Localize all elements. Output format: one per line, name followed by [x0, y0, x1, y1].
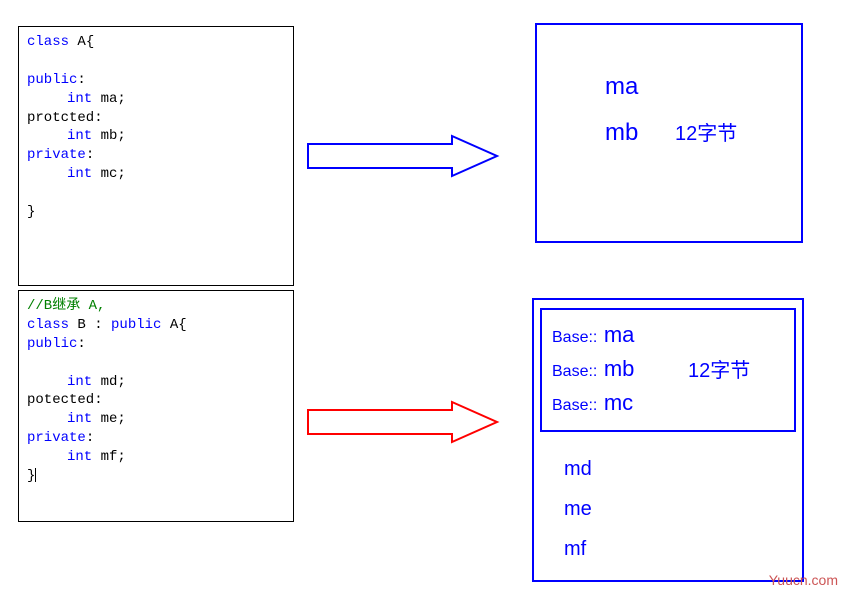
- code-text: mc;: [92, 166, 126, 182]
- base-row-ma: Base:: ma: [552, 322, 634, 348]
- kw-int: int: [67, 449, 92, 465]
- code-line: private:: [27, 429, 285, 448]
- code-line: protcted:: [27, 109, 285, 128]
- member-mc: mc: [604, 390, 633, 415]
- kw-class: class: [27, 317, 69, 333]
- kw-public: public: [27, 336, 77, 352]
- comment-line: //B继承 A,: [27, 297, 285, 316]
- code-text: md;: [92, 374, 126, 390]
- kw-private: private: [27, 430, 86, 446]
- code-line: class A{: [27, 33, 285, 52]
- code-line: private:: [27, 146, 285, 165]
- code-line: int md;: [27, 373, 285, 392]
- code-text: A{: [161, 317, 186, 333]
- base-label: Base::: [552, 363, 597, 380]
- blank-line: [27, 354, 285, 373]
- code-text: B :: [69, 317, 111, 333]
- kw-int: int: [67, 166, 92, 182]
- blank-line: [27, 52, 285, 71]
- code-text: ma;: [92, 91, 126, 107]
- member-mb: mb: [605, 119, 638, 147]
- base-row-mb: Base:: mb: [552, 356, 634, 382]
- code-line: public:: [27, 71, 285, 90]
- code-line: potected:: [27, 391, 285, 410]
- code-box-a: class A{ public: int ma; protcted: int m…: [18, 26, 294, 286]
- code-line: int mc;: [27, 165, 285, 184]
- kw-int: int: [67, 91, 92, 107]
- member-ma: ma: [604, 322, 635, 347]
- member-mb: mb: [604, 356, 635, 381]
- kw-int: int: [67, 374, 92, 390]
- base-row-mc: Base:: mc: [552, 390, 633, 416]
- base-label: Base::: [552, 329, 597, 346]
- kw-public: public: [27, 72, 77, 88]
- member-md: md: [564, 458, 592, 481]
- code-text: mf;: [92, 449, 126, 465]
- size-label-b: 12字节: [688, 354, 750, 383]
- member-me: me: [564, 498, 592, 521]
- kw-class: class: [27, 34, 69, 50]
- arrow-icon-blue: [302, 132, 502, 180]
- member-mf: mf: [564, 538, 586, 561]
- watermark: Yuucn.com: [769, 572, 838, 588]
- code-line: int mb;: [27, 127, 285, 146]
- memory-box-b: Base:: ma Base:: mb Base:: mc 12字节 md me…: [532, 298, 804, 582]
- code-line: }: [27, 203, 285, 222]
- kw-int: int: [67, 411, 92, 427]
- member-ma: ma: [605, 73, 638, 101]
- base-subbox: Base:: ma Base:: mb Base:: mc 12字节: [540, 308, 796, 432]
- code-line: int mf;: [27, 448, 285, 467]
- code-line: int me;: [27, 410, 285, 429]
- kw-public: public: [111, 317, 161, 333]
- memory-box-a: ma mb 12字节: [535, 23, 803, 243]
- kw-int: int: [67, 128, 92, 144]
- caret-icon: [35, 468, 36, 482]
- code-line: }: [27, 467, 285, 486]
- code-line: public:: [27, 335, 285, 354]
- code-line: class B : public A{: [27, 316, 285, 335]
- arrow-icon-red: [302, 398, 502, 446]
- code-line: int ma;: [27, 90, 285, 109]
- kw-private: private: [27, 147, 86, 163]
- code-text: me;: [92, 411, 126, 427]
- code-text: A{: [69, 34, 94, 50]
- code-text: mb;: [92, 128, 126, 144]
- code-box-b: //B继承 A, class B : public A{ public: int…: [18, 290, 294, 522]
- size-label-a: 12字节: [675, 117, 737, 146]
- blank-line: [27, 184, 285, 203]
- base-label: Base::: [552, 397, 597, 414]
